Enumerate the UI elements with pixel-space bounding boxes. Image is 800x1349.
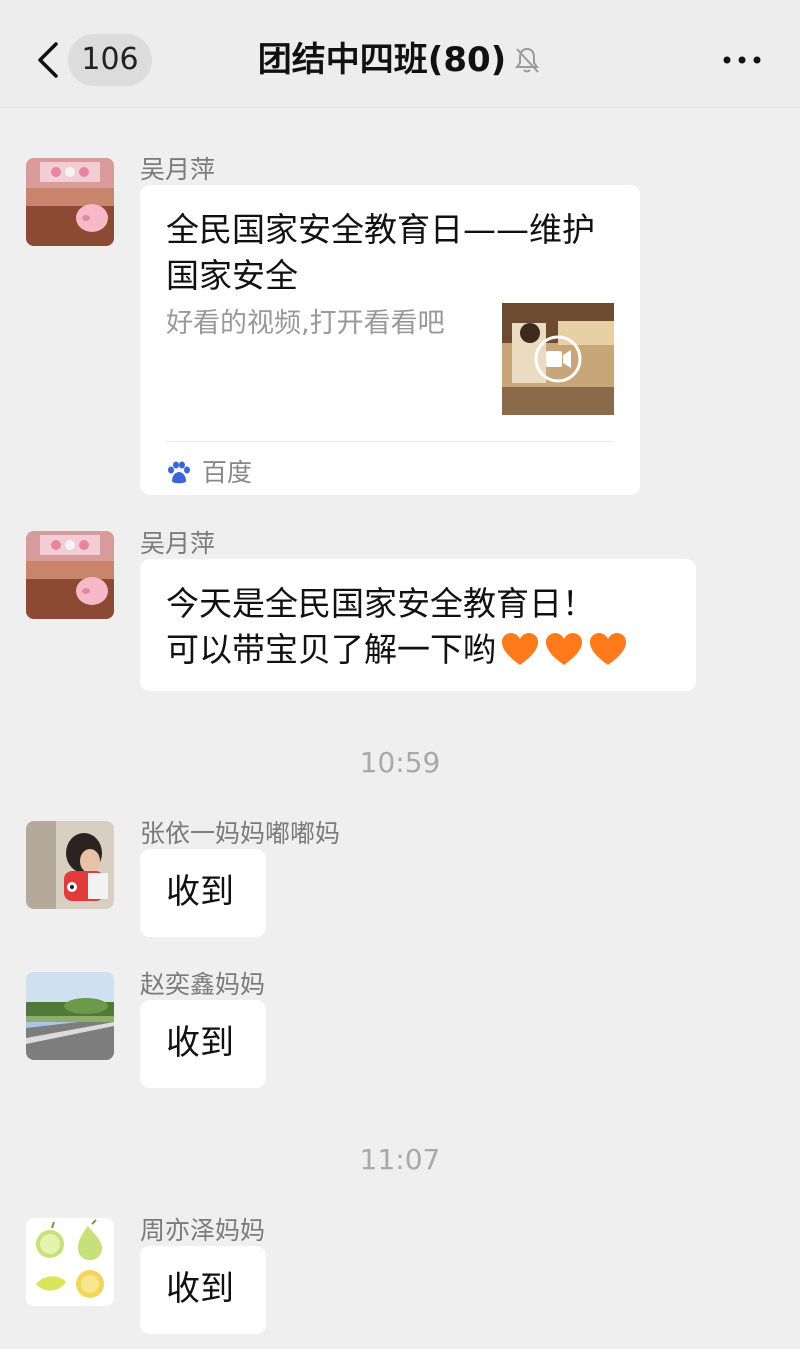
- chat-title-text: 团结中四班(80): [257, 40, 507, 80]
- sender-name: 吴月萍: [140, 529, 216, 558]
- message-bubble[interactable]: 收到: [140, 1000, 266, 1088]
- video-play-icon: [546, 351, 562, 367]
- message-bubble[interactable]: 收到: [140, 849, 266, 937]
- link-card[interactable]: 全民国家安全教育日——维护国家安全 好看的视频,打开看看吧 百度: [140, 185, 640, 495]
- avatar[interactable]: [26, 531, 114, 619]
- message-bubble[interactable]: 收到: [140, 1246, 266, 1334]
- message-text: 可以带宝贝了解一下哟: [166, 630, 496, 669]
- divider: [166, 441, 614, 442]
- heart-icon: [502, 633, 538, 665]
- bell-muted-icon: [515, 47, 540, 73]
- chat-header: 106 团结中四班(80): [0, 0, 800, 108]
- card-source-label: 百度: [202, 458, 253, 487]
- message-bubble[interactable]: 今天是全民国家安全教育日！ 可以带宝贝了解一下哟: [140, 559, 696, 691]
- avatar[interactable]: [26, 821, 114, 909]
- message-text-line-2: 可以带宝贝了解一下哟: [166, 627, 670, 673]
- avatar[interactable]: [26, 972, 114, 1060]
- heart-icon: [546, 633, 582, 665]
- card-title: 全民国家安全教育日——维护国家安全: [166, 210, 595, 295]
- timestamp: 10:59: [359, 746, 441, 779]
- video-thumbnail: [502, 303, 614, 415]
- heart-icon: [590, 633, 626, 665]
- message-text-line: 今天是全民国家安全教育日！: [166, 584, 595, 623]
- card-description: 好看的视频,打开看看吧: [166, 308, 445, 339]
- card-source: 百度: [166, 453, 252, 493]
- sender-name: 张依一妈妈嘟嘟妈: [140, 819, 341, 848]
- more-icon[interactable]: [722, 48, 762, 72]
- message-list[interactable]: 10:48 吴月萍 全民国家安全教育日——维护国家安全 好看的视频,打开看看吧: [0, 80, 800, 1349]
- baidu-paw-icon: [168, 461, 190, 484]
- chat-title: 团结中四班(80): [0, 36, 800, 84]
- avatar[interactable]: [26, 158, 114, 246]
- chat-screen: 106 团结中四班(80) 10:48: [0, 0, 800, 1349]
- timestamp: 11:07: [359, 1143, 441, 1176]
- sender-name: 吴月萍: [140, 155, 216, 184]
- avatar[interactable]: [26, 1218, 114, 1306]
- sender-name: 周亦泽妈妈: [140, 1216, 266, 1245]
- sender-name: 赵奕鑫妈妈: [140, 970, 266, 999]
